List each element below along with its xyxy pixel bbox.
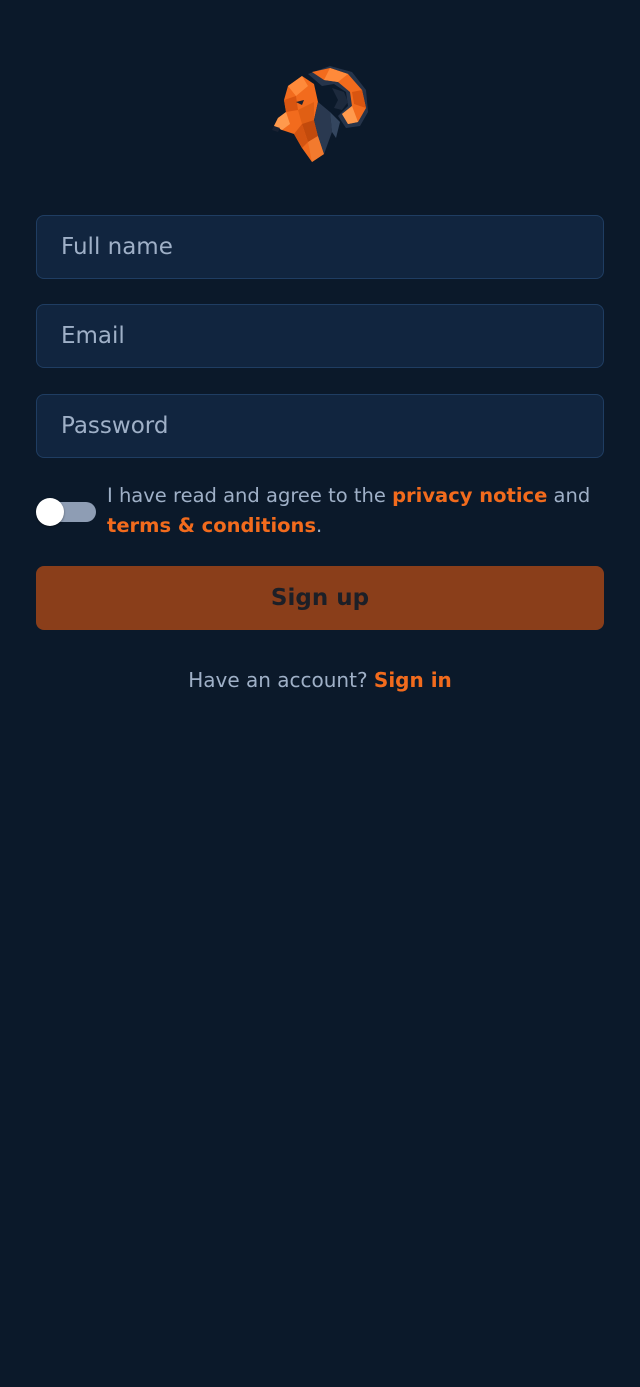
agreement-toggle[interactable] xyxy=(36,498,96,526)
full-name-input[interactable] xyxy=(36,215,604,279)
have-account-prompt: Have an account? xyxy=(188,668,374,692)
sign-up-button[interactable]: Sign up xyxy=(36,566,604,630)
agreement-suffix: . xyxy=(316,514,323,537)
email-input[interactable] xyxy=(36,304,604,368)
agreement-text: I have read and agree to the privacy not… xyxy=(107,481,607,541)
terms-conditions-link[interactable]: terms & conditions xyxy=(107,514,316,537)
signup-page: I have read and agree to the privacy not… xyxy=(0,0,640,1387)
agreement-prefix: I have read and agree to the xyxy=(107,484,393,507)
sign-in-link[interactable]: Sign in xyxy=(374,668,452,692)
ram-head-icon xyxy=(268,62,372,168)
toggle-knob xyxy=(36,498,64,526)
password-input[interactable] xyxy=(36,394,604,458)
privacy-notice-link[interactable]: privacy notice xyxy=(392,484,547,507)
have-account-line: Have an account? Sign in xyxy=(0,665,640,695)
agreement-middle: and xyxy=(547,484,591,507)
